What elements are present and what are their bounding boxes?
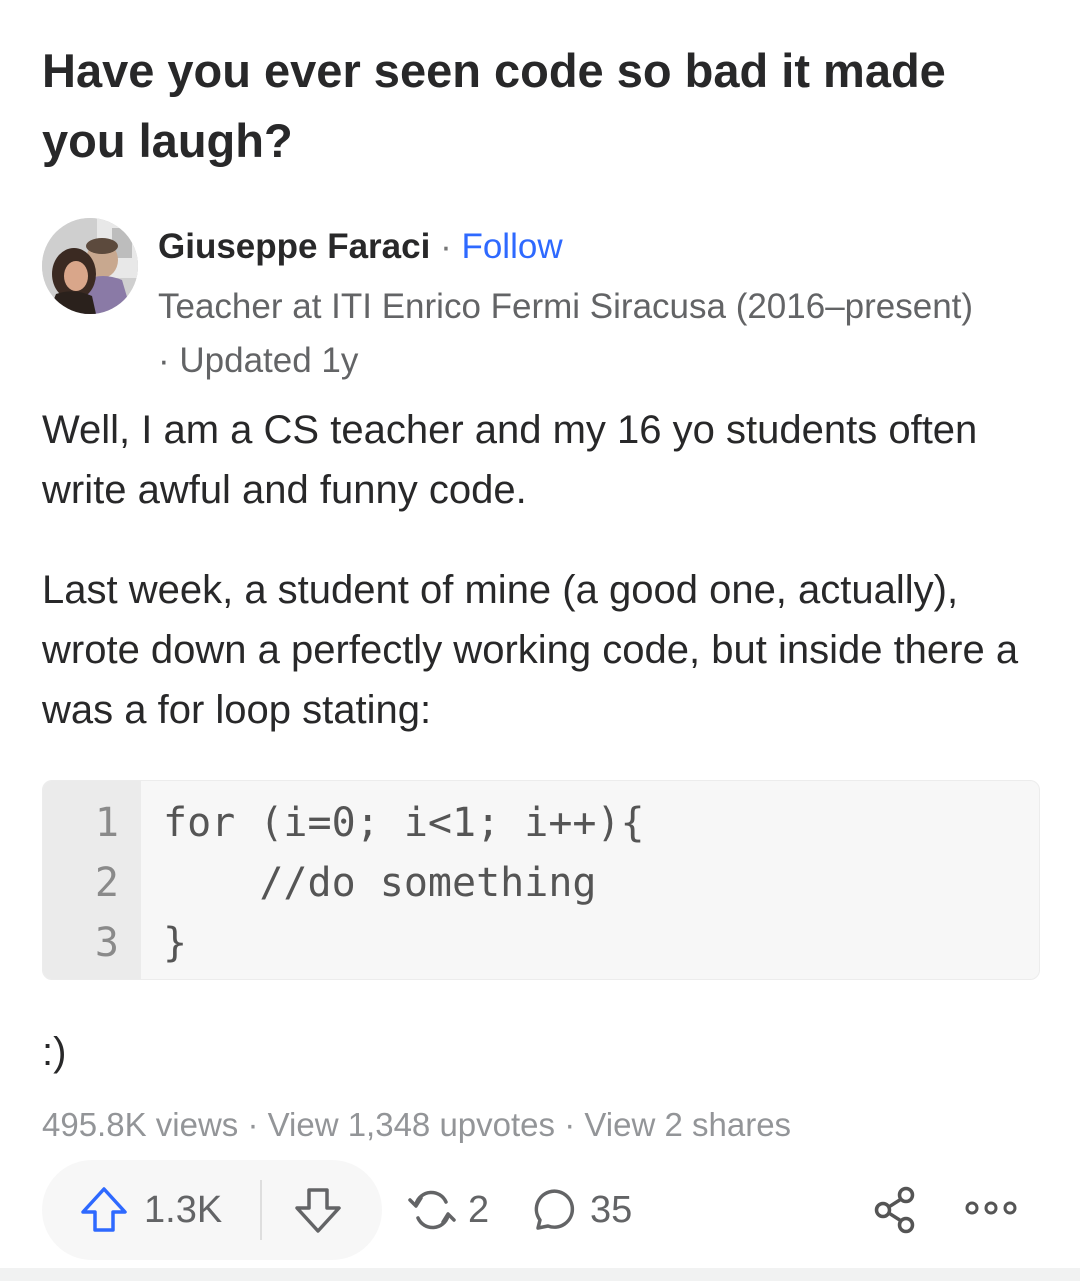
closing-emoticon: :) <box>42 1030 67 1074</box>
question-title[interactable]: Have you ever seen code so bad it made y… <box>42 36 1042 176</box>
line-number: 2 <box>94 860 119 906</box>
downvote-button[interactable] <box>292 1180 344 1240</box>
line-number: 1 <box>94 800 119 846</box>
view-upvotes-link[interactable]: View 1,348 upvotes <box>268 1106 555 1143</box>
vote-divider <box>260 1180 262 1240</box>
upvote-button[interactable]: 1.3K <box>78 1180 222 1240</box>
vote-controls: 1.3K <box>42 1160 382 1260</box>
comment-button[interactable]: 35 <box>528 1180 632 1240</box>
code-line: for (i=0; i<1; i++){ <box>163 800 645 846</box>
separator-dot: · <box>440 227 452 266</box>
author-credential[interactable]: Teacher at ITI Enrico Fermi Siracusa (20… <box>158 280 1058 334</box>
comment-count: 35 <box>590 1188 633 1231</box>
section-divider <box>0 1268 1080 1281</box>
code-block: 1 2 3 for (i=0; i<1; i++){ //do somethin… <box>42 780 1040 980</box>
refresh-cycle-icon <box>408 1190 456 1230</box>
views-count: 495.8K views <box>42 1106 239 1143</box>
share-nodes-icon <box>874 1186 915 1234</box>
answer-paragraph: Last week, a student of mine (a good one… <box>42 568 1019 732</box>
avatar-photo <box>42 218 138 314</box>
author-avatar[interactable] <box>42 218 138 314</box>
more-options-button[interactable] <box>962 1196 1020 1225</box>
code-line: //do something <box>163 860 597 906</box>
separator-dot: · <box>238 1106 268 1143</box>
answer-stats: 495.8K views · View 1,348 upvotes · View… <box>42 1102 791 1148</box>
answer-paragraph: Well, I am a CS teacher and my 16 yo stu… <box>42 408 978 512</box>
reshare-count: 2 <box>468 1188 490 1231</box>
more-dots-icon <box>965 1201 1017 1215</box>
arrow-up-outline-icon <box>81 1187 127 1232</box>
author-name[interactable]: Giuseppe Faraci <box>158 227 430 266</box>
arrow-down-outline-icon <box>295 1188 341 1233</box>
author-credential-block: Teacher at ITI Enrico Fermi Siracusa (20… <box>158 280 1058 388</box>
author-line: Giuseppe Faraci · Follow <box>158 224 563 270</box>
speech-bubble-icon <box>534 1189 575 1230</box>
separator-dot: · <box>555 1106 585 1143</box>
follow-button[interactable]: Follow <box>461 227 562 266</box>
view-shares-link[interactable]: View 2 shares <box>584 1106 791 1143</box>
code-line: } <box>163 920 188 966</box>
share-button[interactable] <box>872 1184 920 1241</box>
upvote-count: 1.3K <box>144 1188 223 1231</box>
reshare-button[interactable]: 2 <box>406 1180 489 1240</box>
updated-timestamp[interactable]: · Updated 1y <box>158 334 1058 388</box>
line-number: 3 <box>94 920 119 966</box>
